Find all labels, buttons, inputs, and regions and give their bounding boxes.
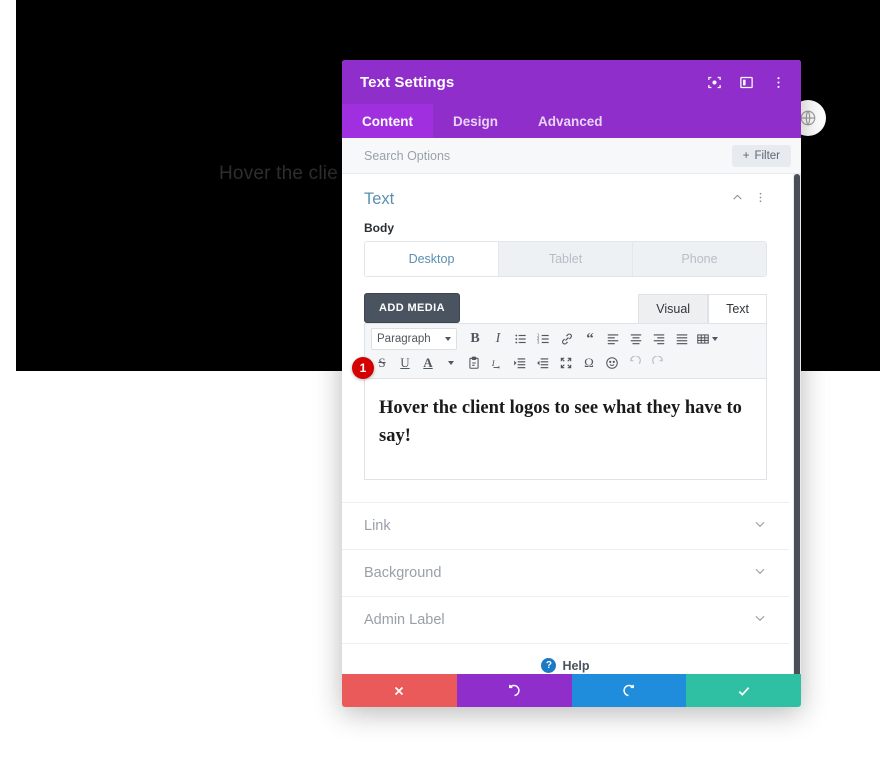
indent-icon[interactable] (509, 352, 531, 374)
close-icon (395, 686, 404, 695)
editor-toolbar: Paragraph B I 123 “ S U A I x Ω (365, 324, 766, 379)
tab-design[interactable]: Design (433, 104, 518, 138)
modal-scroll-area: Text Body Desktop Tablet Phone ADD MEDIA… (342, 174, 801, 674)
accordion-link[interactable]: Link (342, 502, 789, 549)
chevron-down-icon (712, 337, 718, 341)
modal-scrollbar-track[interactable] (793, 174, 801, 674)
chevron-up-icon[interactable] (731, 191, 744, 209)
filter-button[interactable]: + Filter (731, 144, 791, 167)
paragraph-format-select[interactable]: Paragraph (371, 328, 457, 350)
align-justify-icon[interactable] (671, 328, 693, 350)
svg-text:3: 3 (537, 340, 540, 345)
page-root: Hover the clie 1 Text Settings Content D… (0, 0, 880, 762)
editor-toolbar-row-2: S U A Ix Ω (371, 352, 760, 374)
blockquote-icon[interactable]: “ (579, 328, 601, 350)
bullet-list-icon[interactable] (510, 328, 532, 350)
focus-target-icon[interactable] (705, 73, 723, 91)
redo-icon (623, 684, 635, 697)
special-character-icon[interactable]: Ω (578, 352, 600, 374)
align-right-icon[interactable] (648, 328, 670, 350)
step-badge-1: 1 (352, 357, 374, 379)
add-media-button[interactable]: ADD MEDIA (364, 293, 460, 323)
device-tab-phone[interactable]: Phone (633, 242, 766, 276)
editor-mode-tabs: Visual Text (638, 293, 767, 323)
modal-header-icons (705, 73, 787, 91)
close-button[interactable] (342, 674, 457, 707)
text-section-title: Text (364, 190, 395, 208)
align-left-icon[interactable] (602, 328, 624, 350)
help-label: Help (562, 658, 590, 673)
modal-scroll-content: Text Body Desktop Tablet Phone ADD MEDIA… (342, 174, 801, 674)
body-field-label: Body (364, 221, 394, 235)
accordion-admin-label-label: Admin Label (364, 612, 445, 628)
clear-formatting-icon[interactable]: Ix (486, 352, 508, 374)
tab-text[interactable]: Text (708, 293, 767, 323)
chevron-down-icon (753, 564, 767, 583)
device-tab-desktop[interactable]: Desktop (365, 242, 499, 276)
modal-header: Text Settings (342, 60, 801, 104)
editor-top-row: ADD MEDIA Visual Text (364, 293, 767, 323)
numbered-list-icon[interactable]: 123 (533, 328, 555, 350)
filter-button-label: Filter (754, 149, 780, 162)
emoji-icon[interactable] (601, 352, 623, 374)
undo-icon[interactable] (624, 352, 646, 374)
modal-scrollbar-thumb[interactable] (794, 174, 800, 674)
table-icon[interactable] (694, 328, 720, 350)
editor-paragraph: Hover the client logos to see what they … (379, 398, 742, 446)
strikethrough-icon[interactable]: S (371, 352, 393, 374)
editor-toolbar-row-1: Paragraph B I 123 “ (371, 328, 760, 350)
svg-text:x: x (498, 364, 501, 369)
accordion-link-label: Link (364, 518, 391, 534)
undo-icon (508, 684, 520, 697)
wysiwyg-editor: Paragraph B I 123 “ S U A I x Ω Hover th… (364, 323, 767, 480)
text-settings-modal: Text Settings Content Design Advanced Se… (342, 60, 801, 707)
device-tab-tablet[interactable]: Tablet (499, 242, 633, 276)
text-color-icon[interactable]: A (417, 352, 439, 374)
layout-panel-icon[interactable] (737, 73, 755, 91)
chevron-down-icon (753, 611, 767, 630)
chevron-down-icon (445, 337, 451, 341)
tab-content[interactable]: Content (342, 104, 433, 138)
fullscreen-icon[interactable] (555, 352, 577, 374)
underline-icon[interactable]: U (394, 352, 416, 374)
accordion-background[interactable]: Background (342, 549, 789, 596)
paragraph-format-label: Paragraph (377, 333, 431, 345)
chevron-down-icon (753, 517, 767, 536)
modal-footer (342, 674, 801, 707)
editor-text-area[interactable]: Hover the client logos to see what they … (365, 379, 766, 479)
tab-advanced[interactable]: Advanced (518, 104, 623, 138)
paste-as-text-icon[interactable] (463, 352, 485, 374)
svg-text:I: I (491, 358, 496, 368)
save-button[interactable] (686, 674, 801, 707)
modal-tabbar: Content Design Advanced (342, 104, 801, 138)
site-hero-text: Hover the clie (219, 163, 338, 184)
redo-icon[interactable] (647, 352, 669, 374)
search-options-bar: + Filter (342, 138, 801, 174)
modal-title: Text Settings (360, 73, 455, 91)
globe-icon (800, 110, 816, 126)
bold-icon[interactable]: B (464, 328, 486, 350)
more-vertical-icon[interactable] (769, 73, 787, 91)
redo-button[interactable] (571, 674, 687, 707)
tab-visual[interactable]: Visual (638, 293, 709, 323)
more-vertical-icon[interactable] (754, 191, 767, 209)
device-tabs: Desktop Tablet Phone (364, 241, 767, 277)
text-color-dropdown-icon[interactable] (440, 352, 462, 374)
undo-button[interactable] (456, 674, 572, 707)
accordion-background-label: Background (364, 565, 442, 581)
accordion-admin-label[interactable]: Admin Label (342, 596, 789, 643)
search-input[interactable] (364, 148, 732, 163)
align-center-icon[interactable] (625, 328, 647, 350)
check-icon (738, 686, 749, 696)
text-section-header: Text (342, 174, 789, 215)
outdent-icon[interactable] (532, 352, 554, 374)
help-row[interactable]: ? Help (342, 643, 789, 674)
help-icon: ? (541, 658, 557, 673)
plus-icon: + (742, 149, 750, 162)
link-icon[interactable] (556, 328, 578, 350)
italic-icon[interactable]: I (487, 328, 509, 350)
